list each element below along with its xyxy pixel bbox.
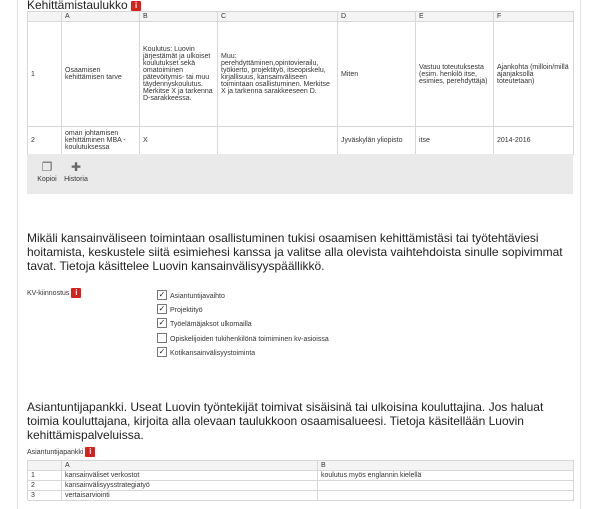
table-cell[interactable]: koulutus myös englannin kielellä [317,470,574,481]
column-header: F [493,11,574,22]
checkbox-tyoelamajaksot[interactable]: ✓ [157,318,167,329]
panel-border-left [17,0,18,509]
table-cell[interactable]: oman johtamisen kehittäminen MBA -koulut… [61,126,140,155]
plus-icon: ✚ [70,160,82,174]
checkbox-asiantuntijavaihto[interactable]: ✓ [157,290,167,301]
development-table: A B C D E F 1 Osaamisen kehittämisen tar… [27,11,574,155]
checkbox-row[interactable]: Opiskelijoiden tukihenkilönä toimiminen … [157,333,329,345]
table-cell[interactable]: kansainvälisyysstrategiatyö [61,480,318,491]
table-cell[interactable]: Vastuu toteutuksesta (esim. henkilö itse… [415,21,494,127]
row-number: 1 [27,21,62,127]
history-button[interactable]: ✚ Historia [61,160,91,183]
asiantuntijapankki-label-text: Asiantuntijapankki [27,448,84,456]
kv-label-text: KV-kiinnostus [27,289,70,297]
history-label: Historia [64,176,88,183]
checkbox-row[interactable]: ✓ Kotikansainvälisyystoiminta [157,347,256,359]
checkbox-row[interactable]: ✓ Työelämäjaksot ulkomailla [157,318,252,330]
table-row: 1 kansainväliset verkostot koulutus myös… [27,470,574,481]
asiantuntijapankki-label: Asiantuntijapankki i [27,447,96,457]
table-cell[interactable]: 2014-2016 [493,126,574,155]
kv-intro-text: Mikäli kansainväliseen toimintaan osalli… [27,231,563,273]
table-cell[interactable]: Miten [337,21,416,127]
checkbox-kotikansainvalisyys[interactable]: ✓ [157,347,167,358]
table-cell[interactable] [317,490,574,501]
column-header: E [415,11,494,22]
column-header: B [317,460,574,471]
table-toolbar: ❐ Kopioi ✚ Historia [27,154,573,194]
checkbox-label: Opiskelijoiden tukihenkilönä toimiminen … [170,336,329,343]
table-cell[interactable]: Osaamisen kehittämisen tarve [61,21,140,127]
panel-border-right [580,0,581,509]
table-cell[interactable]: X [139,126,218,155]
table-cell[interactable]: Ajankohta (milloin/millä ajanjaksolla to… [493,21,574,127]
checkbox-tukihenkilo[interactable] [157,333,167,344]
asiantuntijapankki-intro-text: Asiantuntijapankki. Useat Luovin työntek… [27,400,544,442]
table-row: 2 kansainvälisyysstrategiatyö [27,480,574,491]
copy-button[interactable]: ❐ Kopioi [32,160,62,183]
table-cell[interactable]: Koulutus: Luovin järjestämät ja ulkoiset… [139,21,218,127]
row-number: 2 [27,480,62,491]
checkbox-label: Kotikansainvälisyystoiminta [170,350,256,357]
checkbox-row[interactable]: ✓ Projektityö [157,304,203,316]
row-number: 1 [27,470,62,481]
column-header: A [61,460,318,471]
row-number: 2 [27,126,62,155]
column-header: D [337,11,416,22]
asiantuntijapankki-table: A B 1 kansainväliset verkostot koulutus … [27,460,574,501]
checkbox-label: Asiantuntijavaihto [170,293,225,300]
column-header: B [139,11,218,22]
table-cell[interactable]: Muu: perehdyttäminen,opintovierailu, työ… [217,21,338,127]
table-cell[interactable] [217,126,338,155]
table-cell[interactable] [317,480,574,491]
checkbox-label: Projektityö [170,307,203,314]
copy-label: Kopioi [37,176,57,183]
table-cell[interactable]: vertaisarviointi [61,490,318,501]
info-icon[interactable]: i [131,0,142,11]
checkbox-label: Työelämäjaksot ulkomailla [170,321,252,328]
info-icon[interactable]: i [85,447,96,457]
table-row: 3 vertaisarviointi [27,490,574,501]
info-icon[interactable]: i [71,288,82,298]
column-header: C [217,11,338,22]
table-header-row: A B C D E F [27,11,574,22]
corner-cell [27,11,62,22]
row-number: 3 [27,490,62,501]
copy-icon: ❐ [41,160,53,174]
checkbox-row[interactable]: ✓ Asiantuntijavaihto [157,290,225,302]
kv-label: KV-kiinnostus i [27,288,82,298]
checkbox-projektityo[interactable]: ✓ [157,304,167,315]
corner-cell [27,460,62,471]
table-row: 1 Osaamisen kehittämisen tarve Koulutus:… [27,21,574,127]
table-cell[interactable]: Jyväskylän yliopisto [337,126,416,155]
table-header-row: A B [27,460,574,471]
column-header: A [61,11,140,22]
table-cell[interactable]: kansainväliset verkostot [61,470,318,481]
table-cell[interactable]: itse [415,126,494,155]
table-row: 2 oman johtamisen kehittäminen MBA -koul… [27,126,574,155]
